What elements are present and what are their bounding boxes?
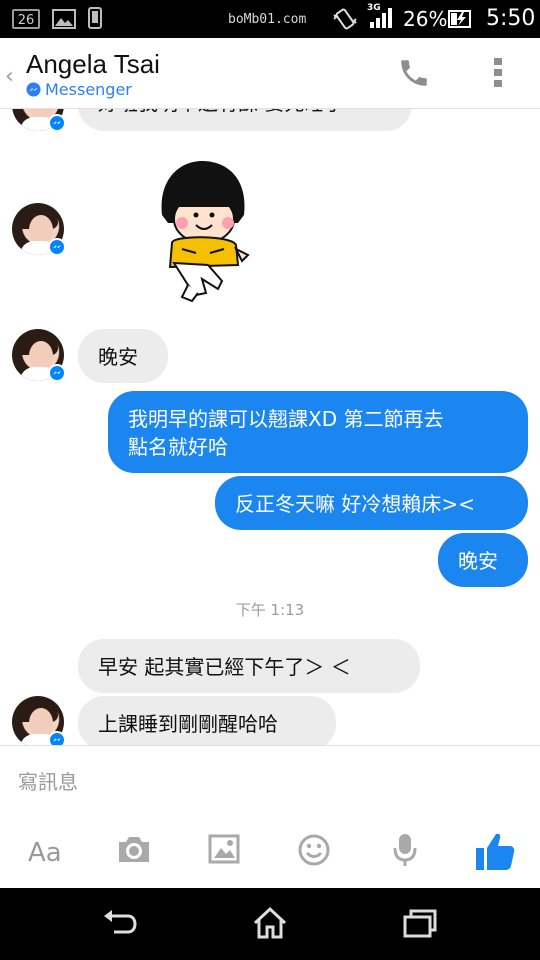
gallery-icon[interactable] (208, 834, 240, 868)
platform-label: Messenger (26, 80, 132, 101)
conversation-header: ‹ Angela Tsai Messenger (0, 38, 540, 109)
message-bubble-outgoing[interactable]: 我明早的課可以翹課XD 第二節再去 點名就好哈 (108, 391, 528, 473)
more-options-icon[interactable] (490, 56, 506, 94)
emoji-icon[interactable] (298, 834, 330, 870)
message-bubble-outgoing[interactable]: 晚安 (438, 533, 528, 587)
clock: 5:50 (486, 6, 536, 31)
status-bar: 26 boMb01.com 3G 26% 5:50 (0, 0, 540, 38)
gallery-icon (52, 9, 76, 33)
message-bubble-incoming[interactable]: 晚安 (78, 329, 168, 383)
messenger-badge-icon (48, 731, 66, 745)
contact-name[interactable]: Angela Tsai (26, 49, 160, 80)
system-navigation-bar (0, 888, 540, 960)
home-nav-icon[interactable] (252, 906, 288, 944)
message-input[interactable]: 寫訊息 (18, 766, 78, 795)
messenger-icon (26, 82, 41, 101)
signal-icon (366, 6, 396, 34)
message-thread[interactable]: 好啦我明早還有課 要先睡了 (0, 109, 540, 745)
message-bubble-incoming[interactable]: 早安 起其實已經下午了＞ ＜ (78, 639, 420, 693)
message-bubble-incoming[interactable]: 上課睡到剛剛醒哈哈 (78, 696, 336, 745)
like-thumbs-up-icon[interactable] (474, 830, 516, 876)
call-button[interactable] (397, 56, 431, 94)
message-line: 點名就好哈 (128, 435, 228, 459)
message-bubble-incoming[interactable]: 好啦我明早還有課 要先睡了 (78, 109, 412, 131)
battery-icon (448, 10, 472, 32)
back-nav-icon[interactable] (102, 906, 138, 944)
messenger-badge-icon (48, 114, 66, 132)
phone-notification-icon (88, 7, 102, 33)
sticker-image[interactable] (152, 157, 252, 309)
vibrate-icon (332, 7, 358, 35)
notification-badge: 26 (12, 9, 40, 29)
message-line: 我明早的課可以翹課XD 第二節再去 (128, 407, 444, 431)
recent-apps-icon[interactable] (402, 906, 438, 944)
camera-icon[interactable] (116, 834, 152, 868)
battery-percent: 26% (403, 7, 448, 31)
microphone-icon[interactable] (393, 832, 417, 872)
font-style-button[interactable]: Aa (28, 838, 62, 868)
composer: 寫訊息 Aa (0, 745, 540, 889)
messenger-badge-icon (48, 238, 66, 256)
message-bubble-outgoing[interactable]: 反正冬天嘛 好冷想賴床>< (215, 476, 528, 530)
timestamp: 下午 1:13 (235, 601, 305, 619)
messenger-badge-icon (48, 364, 66, 382)
back-chevron-icon[interactable]: ‹ (5, 64, 14, 89)
platform-text: Messenger (45, 80, 132, 99)
watermark-text: boMb01.com (228, 12, 307, 27)
